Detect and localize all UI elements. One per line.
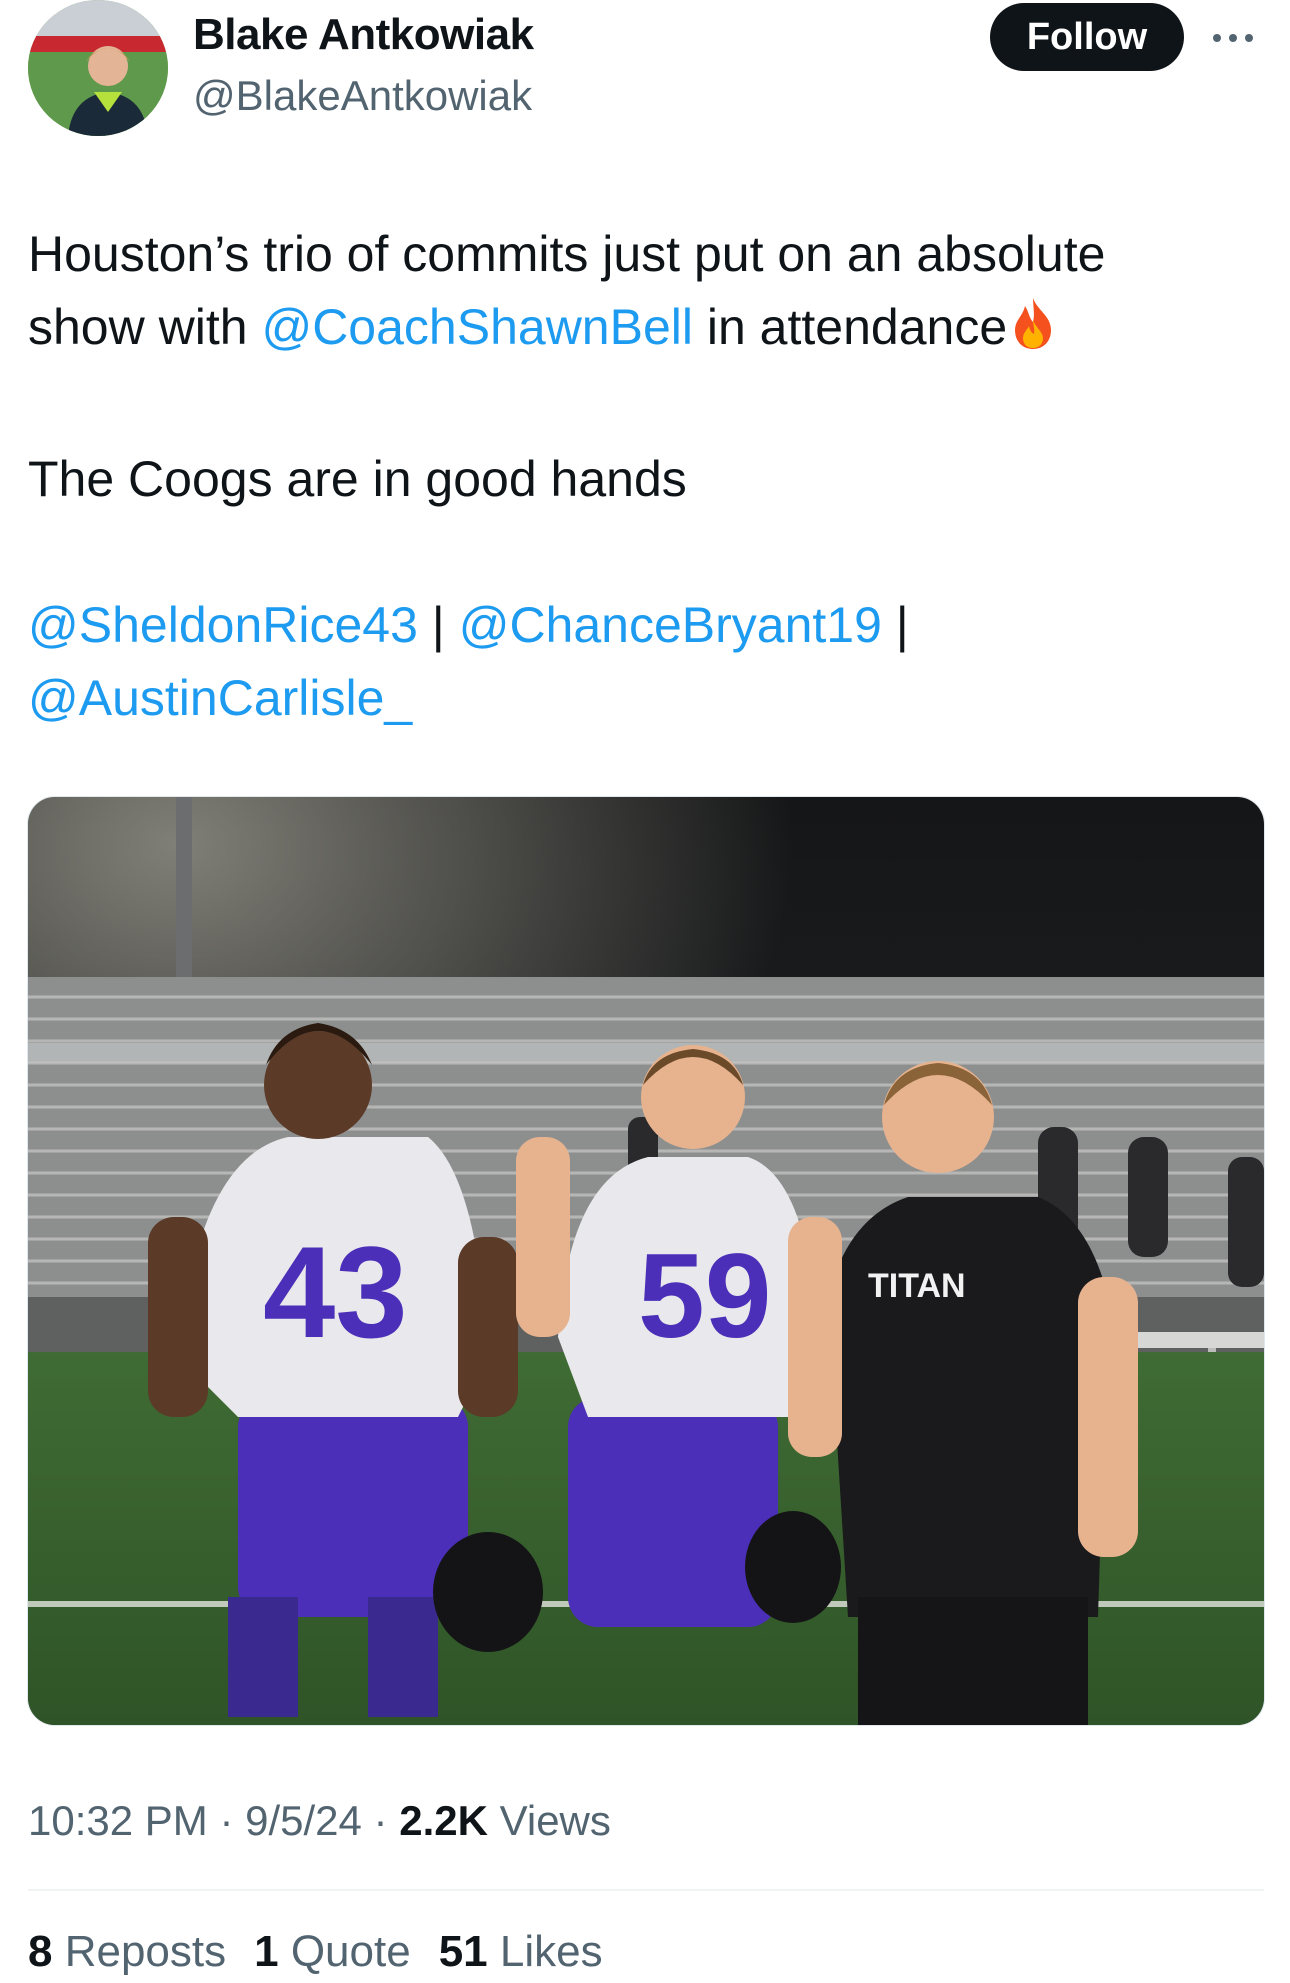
quotes-label: Quote (278, 1927, 411, 1976)
tweet-line: @SheldonRice43 | @ChanceBryant19 | (28, 589, 1268, 662)
tweet-line: show with @CoachShawnBell in attendance (28, 291, 1268, 370)
tweet-line: The Coogs are in good hands (28, 443, 1268, 516)
meta-dot: · (207, 1797, 246, 1844)
tweet-line: @AustinCarlisle_ (28, 662, 1268, 735)
tweet-line: Houston’s trio of commits just put on an… (28, 218, 1268, 291)
mention-sheldon[interactable]: @SheldonRice43 (28, 597, 418, 653)
tweet-line-2-prefix: show with (28, 299, 262, 355)
likes-stat[interactable]: 51 Likes (439, 1927, 603, 1977)
jersey-number-43: 43 (263, 1219, 408, 1365)
reposts-stat[interactable]: 8 Reposts (28, 1927, 226, 1977)
mention-austin[interactable]: @AustinCarlisle_ (28, 670, 412, 726)
likes-label: Likes (487, 1927, 603, 1976)
shirt-text: TITAN (868, 1267, 966, 1305)
tweet-photo[interactable]: 43 59 TITAN (27, 796, 1265, 1726)
reposts-count: 8 (28, 1927, 53, 1976)
tweet-meta: 10:32 PM · 9/5/24 · 2.2K Views (28, 1797, 611, 1845)
tweet-text: Houston’s trio of commits just put on an… (28, 218, 1268, 735)
follow-button[interactable]: Follow (990, 3, 1184, 71)
author-name[interactable]: Blake Antkowiak (193, 10, 534, 60)
tweet-line-1: Houston’s trio of commits just put on an… (28, 226, 1106, 282)
fire-emoji (1011, 296, 1055, 370)
tweet-time[interactable]: 10:32 PM (28, 1797, 208, 1844)
views-count: 2.2K (399, 1797, 488, 1844)
meta-dot: · (361, 1797, 400, 1844)
quotes-stat[interactable]: 1 Quote (254, 1927, 411, 1977)
more-dots-icon[interactable] (1208, 14, 1258, 62)
mention-coach[interactable]: @CoachShawnBell (261, 299, 693, 355)
avatar[interactable] (28, 0, 168, 136)
jersey-number-59: 59 (638, 1229, 771, 1363)
views-label: Views (487, 1797, 611, 1844)
mention-separator: | (417, 597, 459, 653)
tweet-date[interactable]: 9/5/24 (245, 1797, 362, 1844)
likes-count: 51 (438, 1927, 488, 1976)
quotes-count: 1 (254, 1927, 279, 1976)
tweet-line-3: The Coogs are in good hands (28, 451, 687, 507)
divider (28, 1889, 1264, 1891)
reposts-label: Reposts (52, 1927, 227, 1976)
author-handle[interactable]: @BlakeAntkowiak (193, 72, 532, 120)
engagement-stats: 8 Reposts 1 Quote 51 Likes (28, 1927, 603, 1977)
mention-chance[interactable]: @ChanceBryant19 (459, 597, 882, 653)
tweet-line-2-suffix: in attendance (692, 299, 1008, 355)
mention-separator: | (881, 597, 909, 653)
